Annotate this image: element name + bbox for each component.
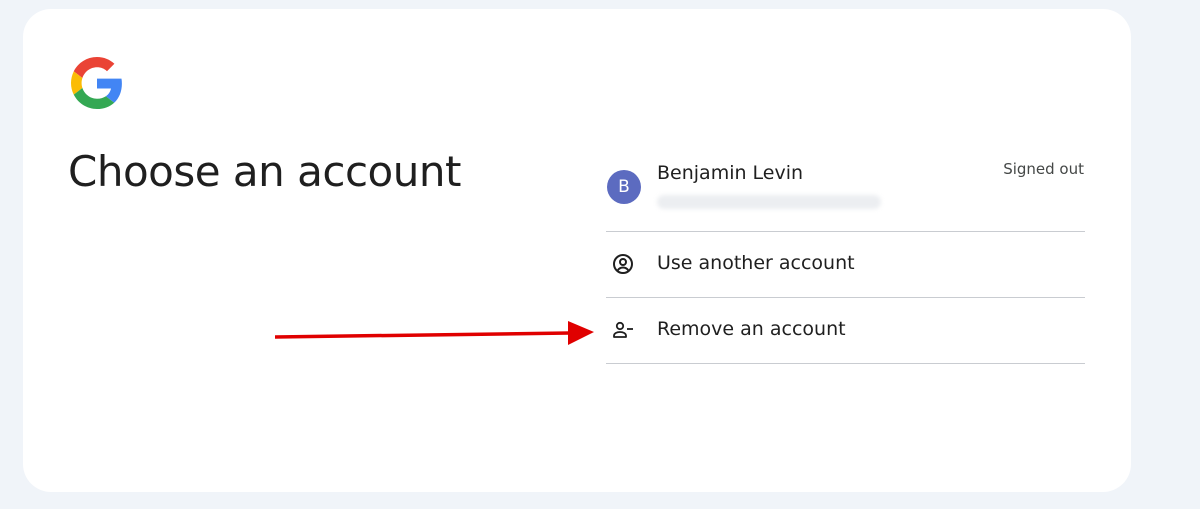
account-email-redacted: ••••••••••••••••••••••••: [657, 195, 881, 209]
account-item[interactable]: B Benjamin Levin •••••••••••••••••••••••…: [606, 149, 1085, 232]
red-arrow-annotation: [275, 321, 594, 345]
person-remove-icon: [613, 321, 633, 338]
account-circle-icon: [613, 254, 633, 274]
use-another-account-button[interactable]: Use another account: [606, 232, 1085, 298]
account-name: Benjamin Levin: [657, 162, 804, 184]
account-status: Signed out: [1003, 160, 1084, 178]
account-list: B Benjamin Levin •••••••••••••••••••••••…: [606, 149, 1085, 364]
remove-account-button[interactable]: Remove an account: [606, 298, 1085, 364]
page-title: Choose an account: [68, 147, 461, 196]
remove-account-label: Remove an account: [657, 318, 846, 340]
avatar: B: [607, 170, 641, 204]
use-another-account-label: Use another account: [657, 252, 855, 274]
google-logo: [71, 57, 122, 109]
account-chooser-card: Choose an account B Benjamin Levin •••••…: [23, 9, 1131, 492]
